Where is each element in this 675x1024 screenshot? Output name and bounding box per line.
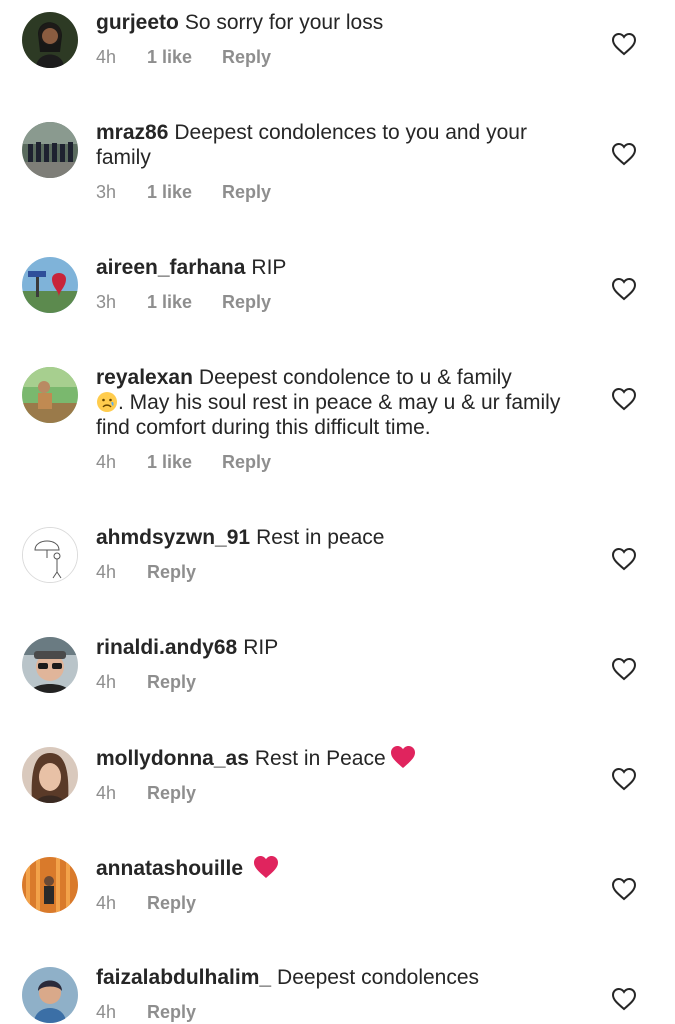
reply-button[interactable]: Reply bbox=[222, 182, 271, 203]
comment-message: RIP bbox=[243, 636, 279, 659]
comment-username[interactable]: gurjeeto bbox=[96, 11, 179, 34]
comment-text: aireen_farhana RIP bbox=[96, 255, 576, 280]
avatar[interactable] bbox=[22, 122, 78, 178]
comment-text: rinaldi.andy68 RIP bbox=[96, 635, 576, 660]
comment-likes[interactable]: 1 like bbox=[147, 292, 222, 313]
reply-button[interactable]: Reply bbox=[222, 292, 271, 313]
comment-time: 4h bbox=[96, 1002, 117, 1022]
comment-text: mraz86 Deepest condolences to you and you… bbox=[96, 120, 576, 170]
heart-outline-icon[interactable] bbox=[611, 142, 637, 166]
heart-outline-icon[interactable] bbox=[611, 877, 637, 901]
comment-text: gurjeeto So sorry for your loss bbox=[96, 10, 576, 35]
heart-outline-icon[interactable] bbox=[611, 987, 637, 1011]
comment-message: Deepest condolences bbox=[277, 966, 480, 989]
comment-username[interactable]: faizalabdulhalim_ bbox=[96, 966, 271, 989]
heart-outline-icon[interactable] bbox=[611, 387, 637, 411]
comment-username[interactable]: reyalexan bbox=[96, 366, 193, 389]
heart-outline-icon[interactable] bbox=[611, 32, 637, 56]
avatar[interactable] bbox=[22, 637, 78, 693]
avatar[interactable] bbox=[22, 747, 78, 803]
comment-text: faizalabdulhalim_ Deepest condolences bbox=[96, 965, 576, 990]
comment-username[interactable]: mollydonna_as bbox=[96, 747, 249, 770]
reply-button[interactable]: Reply bbox=[147, 893, 196, 914]
avatar[interactable] bbox=[22, 367, 78, 423]
reply-button[interactable]: Reply bbox=[147, 562, 196, 583]
comment-time: 4h bbox=[96, 672, 117, 692]
comment-meta: 4h Reply bbox=[96, 672, 576, 694]
comment-username[interactable]: rinaldi.andy68 bbox=[96, 636, 237, 659]
heart-outline-icon[interactable] bbox=[611, 547, 637, 571]
comment-username[interactable]: mraz86 bbox=[96, 121, 168, 144]
comment-message: Deepest condolence to u & family bbox=[198, 366, 512, 389]
comment-meta: 4h Reply bbox=[96, 783, 576, 805]
avatar[interactable] bbox=[22, 857, 78, 913]
comment-meta: 4h Reply bbox=[96, 1002, 576, 1024]
comment-time: 4h bbox=[96, 47, 117, 67]
comment-time: 4h bbox=[96, 562, 117, 582]
comment-likes[interactable]: 1 like bbox=[147, 182, 222, 203]
comment-username[interactable]: aireen_farhana bbox=[96, 256, 245, 279]
red-heart-emoji bbox=[254, 856, 279, 878]
comment-meta: 4h Reply bbox=[96, 893, 576, 915]
comment-text: mollydonna_as Rest in Peace bbox=[96, 745, 576, 771]
crying-face-emoji bbox=[97, 392, 117, 412]
comment-text: annatashouille bbox=[96, 855, 576, 881]
comment-time: 3h bbox=[96, 292, 117, 312]
reply-button[interactable]: Reply bbox=[147, 672, 196, 693]
heart-outline-icon[interactable] bbox=[611, 767, 637, 791]
comment-meta: 4h 1 like Reply bbox=[96, 47, 576, 69]
comment-message: Rest in peace bbox=[256, 526, 385, 549]
avatar[interactable] bbox=[22, 12, 78, 68]
heart-outline-icon[interactable] bbox=[611, 657, 637, 681]
comment-time: 4h bbox=[96, 452, 117, 472]
reply-button[interactable]: Reply bbox=[222, 47, 271, 68]
comment-time: 4h bbox=[96, 783, 117, 803]
avatar[interactable] bbox=[22, 527, 78, 583]
avatar[interactable] bbox=[22, 257, 78, 313]
reply-button[interactable]: Reply bbox=[222, 452, 271, 473]
comment-username[interactable]: annatashouille bbox=[96, 857, 243, 880]
comment-username[interactable]: ahmdsyzwn_91 bbox=[96, 526, 250, 549]
comment-message: Rest in Peace bbox=[254, 747, 386, 770]
heart-outline-icon[interactable] bbox=[611, 277, 637, 301]
avatar[interactable] bbox=[22, 967, 78, 1023]
comment-meta: 3h 1 like Reply bbox=[96, 182, 576, 204]
reply-button[interactable]: Reply bbox=[147, 783, 196, 804]
comment-text: reyalexan Deepest condolence to u & famil… bbox=[96, 365, 576, 440]
comment-likes[interactable]: 1 like bbox=[147, 47, 222, 68]
comment-message: So sorry for your loss bbox=[184, 11, 384, 34]
comment-likes[interactable]: 1 like bbox=[147, 452, 222, 473]
comment-meta: 4h Reply bbox=[96, 562, 576, 584]
red-heart-emoji bbox=[390, 746, 415, 768]
reply-button[interactable]: Reply bbox=[147, 1002, 196, 1023]
comment-meta: 4h 1 like Reply bbox=[96, 452, 576, 474]
comment-time: 4h bbox=[96, 893, 117, 913]
comment-message: RIP bbox=[251, 256, 287, 279]
comment-text: ahmdsyzwn_91 Rest in peace bbox=[96, 525, 576, 550]
comment-meta: 3h 1 like Reply bbox=[96, 292, 576, 314]
comment-message-continued: . May his soul rest in peace & may u & u… bbox=[96, 391, 561, 439]
comment-time: 3h bbox=[96, 182, 117, 202]
